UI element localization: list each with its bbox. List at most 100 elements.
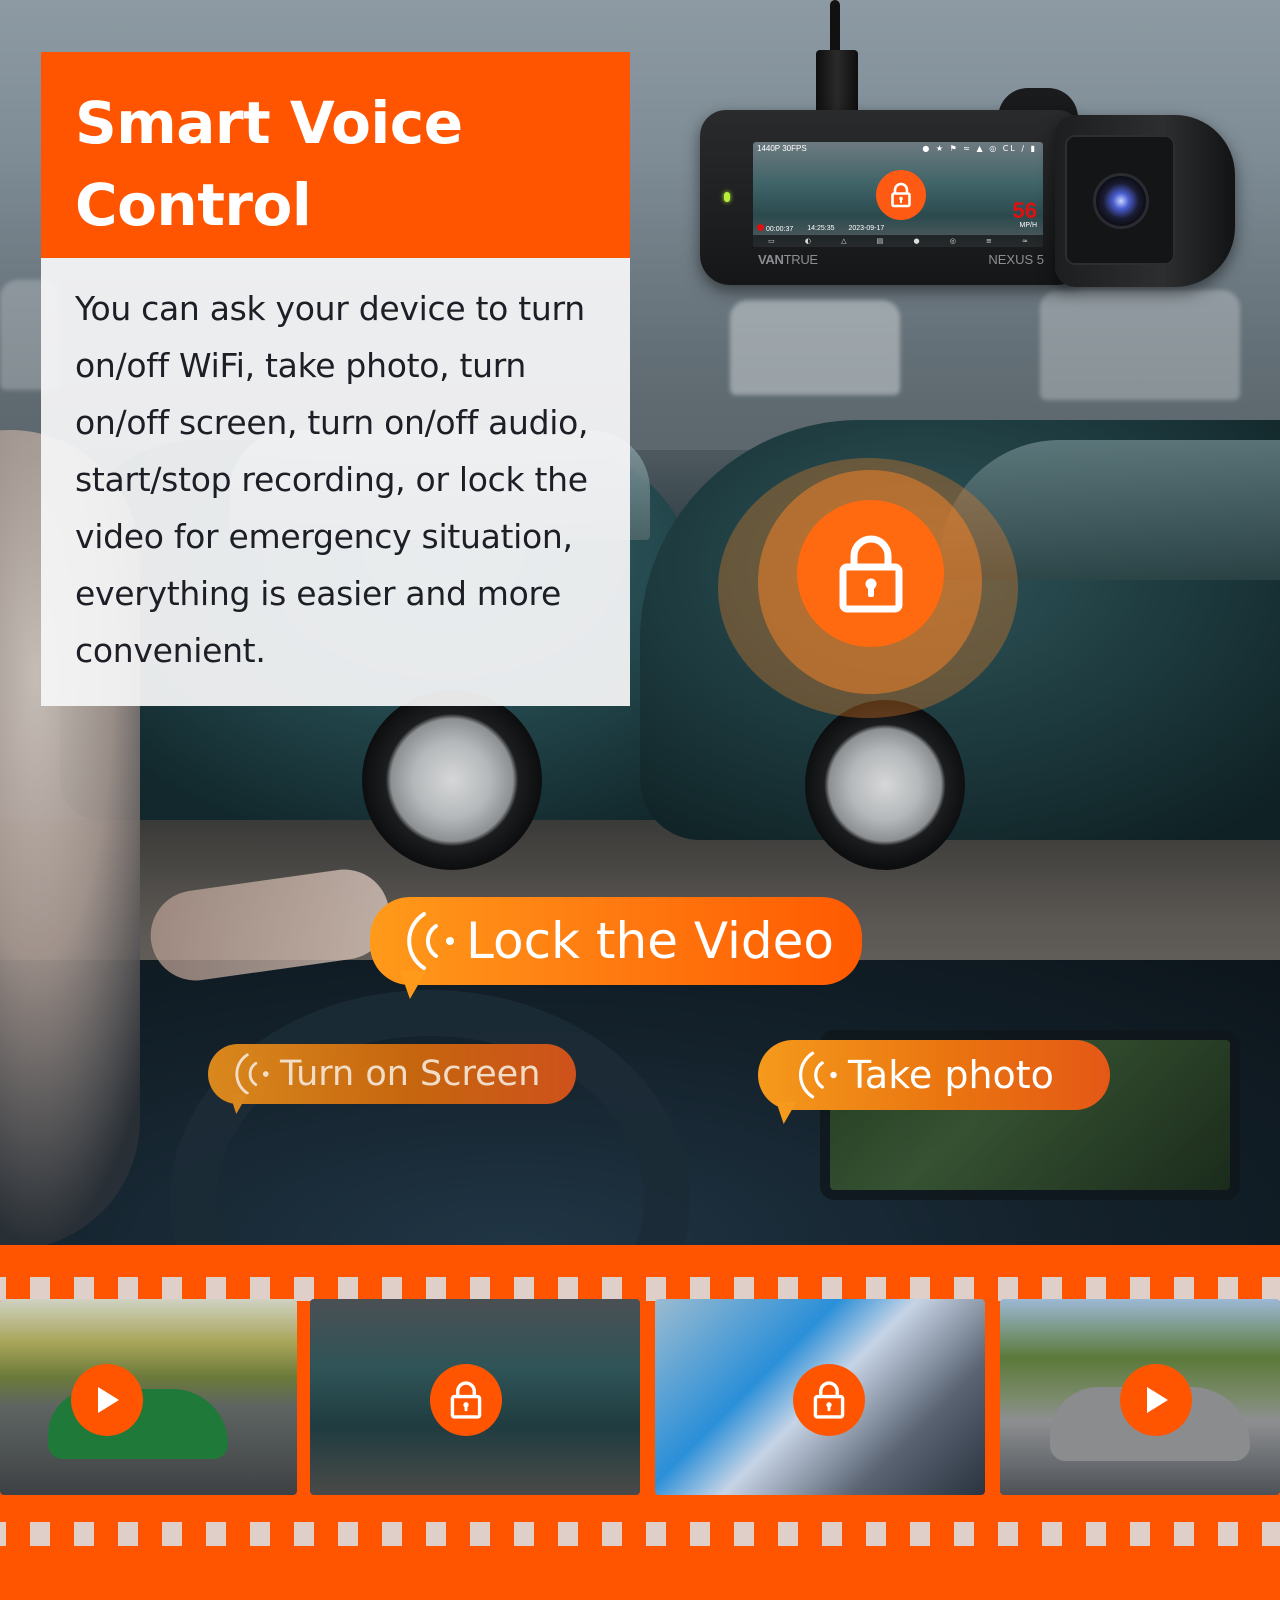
film-perforation [646,1277,666,1301]
dashcam-body: 1440P 30FPS ● ★ ⚑ ≈ ▲ ◎ CL ∕ ▮ 56 MP/H 0… [700,110,1080,285]
photo-icon: ▤ [876,237,884,245]
film-perforation [954,1277,974,1301]
mic-icon: ● [913,237,920,245]
dashcam-toolbar: ▭ ◐ △ ▤ ● ◎ ≡ ≈ [753,235,1043,247]
perforations-bottom [0,1522,1280,1546]
description-text: You can ask your device to turn on/off W… [75,289,589,670]
filmstrip-frame [310,1299,640,1495]
film-perforation [734,1522,754,1546]
status-led [724,192,730,202]
film-perforation [206,1277,226,1301]
rec-time-value: 00:00:37 [766,226,794,233]
film-perforation [778,1522,798,1546]
warning-icon: △ [841,237,847,245]
film-perforation [690,1522,710,1546]
film-perforation [1218,1277,1238,1301]
film-perforation [866,1522,886,1546]
film-perforation [1130,1277,1150,1301]
brand-bold: VAN [758,252,784,267]
film-perforation [206,1522,226,1546]
film-perforation [514,1277,534,1301]
film-perforation [426,1522,446,1546]
camera-icon: ▭ [768,237,775,245]
dashcam-screen: 1440P 30FPS ● ★ ⚑ ≈ ▲ ◎ CL ∕ ▮ 56 MP/H 0… [753,142,1043,247]
resolution-label: 1440P 30FPS [757,144,807,153]
film-perforation [1174,1277,1194,1301]
film-perforation [250,1522,270,1546]
filmstrip-frame [1000,1299,1280,1495]
play-icon [71,1364,143,1436]
film-perforation [514,1522,534,1546]
date: 2023-09-17 [848,225,885,232]
film-perforation [74,1522,94,1546]
film-perforation [118,1522,138,1546]
filmstrip [0,1245,1280,1600]
voice-command-take-photo: Take photo [758,1040,1110,1124]
brand-logo: VANTRUE [758,252,818,267]
contrast-icon: ◐ [804,237,811,245]
film-perforation [294,1522,314,1546]
film-perforation [998,1522,1018,1546]
film-perforation [602,1277,622,1301]
film-perforation [338,1277,358,1301]
film-perforation [470,1522,490,1546]
film-perforation [602,1522,622,1546]
osd-bottom-row: 00:00:37 14:25:35 2023-09-17 [757,224,884,233]
headline-line-2: Control [75,171,312,239]
speed-readout: 56 [1012,198,1037,223]
camera-lens [1093,173,1149,229]
model-name: NEXUS 5 [988,252,1044,267]
brand-light: TRUE [783,252,819,267]
film-perforation [1174,1522,1194,1546]
film-perforation [162,1277,182,1301]
rear-lens-housing [1055,115,1235,287]
menu-icon: ≡ [985,237,992,245]
film-perforation [74,1277,94,1301]
film-perforation [294,1277,314,1301]
voice-wave-icon [406,910,458,972]
film-perforation [1086,1277,1106,1301]
filmstrip-frame [0,1299,297,1495]
dashcam-product: 1440P 30FPS ● ★ ⚑ ≈ ▲ ◎ CL ∕ ▮ 56 MP/H 0… [700,0,1260,300]
film-perforation [1262,1522,1280,1546]
lock-icon [876,170,926,220]
lens-panel [1065,135,1175,265]
film-perforation [0,1277,6,1301]
film-perforation [778,1277,798,1301]
film-perforation [998,1277,1018,1301]
film-perforation [1042,1522,1062,1546]
background-car [730,300,900,395]
film-perforation [822,1522,842,1546]
headline: Smart Voice Control [75,82,596,246]
description-card: You can ask your device to turn on/off W… [41,258,630,706]
film-perforation [954,1522,974,1546]
film-perforation [1086,1522,1106,1546]
film-perforation [426,1277,446,1301]
voice-command-label: Lock the Video [466,912,834,970]
film-perforation [382,1522,402,1546]
film-perforation [558,1277,578,1301]
film-perforation [30,1277,50,1301]
film-perforation [0,1522,6,1546]
voice-command-label: Turn on Screen [280,1054,541,1094]
lock-icon [793,1364,865,1436]
car-wheel [805,700,965,870]
lock-icon [430,1364,502,1436]
filmstrip-frame [655,1299,985,1495]
film-perforation [822,1277,842,1301]
voice-wave-icon [234,1052,272,1096]
voice-command-lock-video: Lock the Video [370,897,862,999]
wifi-icon: ≈ [1022,237,1028,245]
voice-command-label: Take photo [848,1053,1054,1097]
play-icon [1120,1364,1192,1436]
voice-wave-icon [798,1050,840,1100]
headline-banner: Smart Voice Control [41,52,630,258]
car-wheel [362,690,542,870]
clock: 14:25:35 [807,225,835,232]
speed-unit: MP/H [1019,222,1038,229]
film-perforation [1218,1522,1238,1546]
voice-command-turn-on-screen: Turn on Screen [208,1044,576,1114]
background-car [1040,290,1240,400]
film-perforation [866,1277,886,1301]
perforations-top [0,1277,1280,1301]
